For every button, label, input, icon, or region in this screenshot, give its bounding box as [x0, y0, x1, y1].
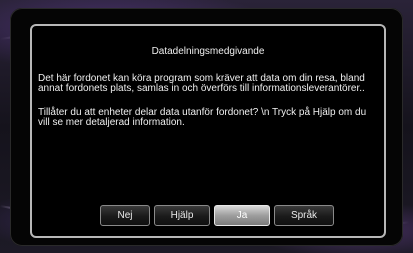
dialog-title: Datadelningsmedgivande	[151, 46, 265, 57]
dialog-description: Det här fordonet kan köra program som kr…	[38, 73, 365, 94]
yes-button[interactable]: Ja	[214, 205, 270, 226]
dialog-question: Tillåter du att enheter delar data utanf…	[38, 107, 367, 128]
help-button[interactable]: Hjälp	[154, 205, 210, 226]
language-button[interactable]: Språk	[274, 205, 334, 226]
data-sharing-consent-dialog: Datadelningsmedgivande Det här fordonet …	[30, 24, 386, 238]
no-button[interactable]: Nej	[100, 205, 150, 226]
